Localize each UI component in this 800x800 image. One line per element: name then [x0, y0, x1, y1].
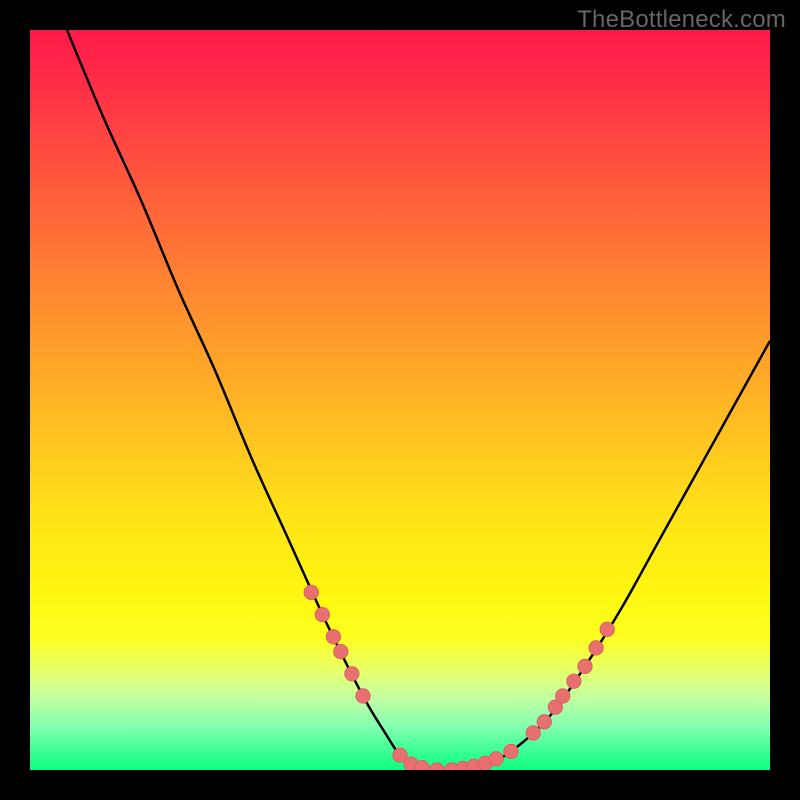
highlight-dot	[489, 752, 503, 766]
curve-svg	[30, 30, 770, 770]
highlight-dot	[326, 630, 340, 644]
highlight-dot	[537, 715, 551, 729]
plot-area	[30, 30, 770, 770]
highlight-dot	[504, 744, 518, 758]
highlight-dot	[356, 689, 370, 703]
bottleneck-curve	[67, 30, 770, 770]
chart-frame: TheBottleneck.com	[0, 0, 800, 800]
highlight-dot	[345, 667, 359, 681]
highlight-dot	[556, 689, 570, 703]
highlighted-dots	[304, 585, 614, 770]
highlight-dot	[334, 644, 348, 658]
highlight-dot	[567, 674, 581, 688]
highlight-dot	[315, 607, 329, 621]
highlight-dot	[430, 763, 444, 770]
highlight-dot	[578, 659, 592, 673]
highlight-dot	[304, 585, 318, 599]
highlight-dot	[589, 641, 603, 655]
highlight-dot	[600, 622, 614, 636]
highlight-dot	[526, 726, 540, 740]
